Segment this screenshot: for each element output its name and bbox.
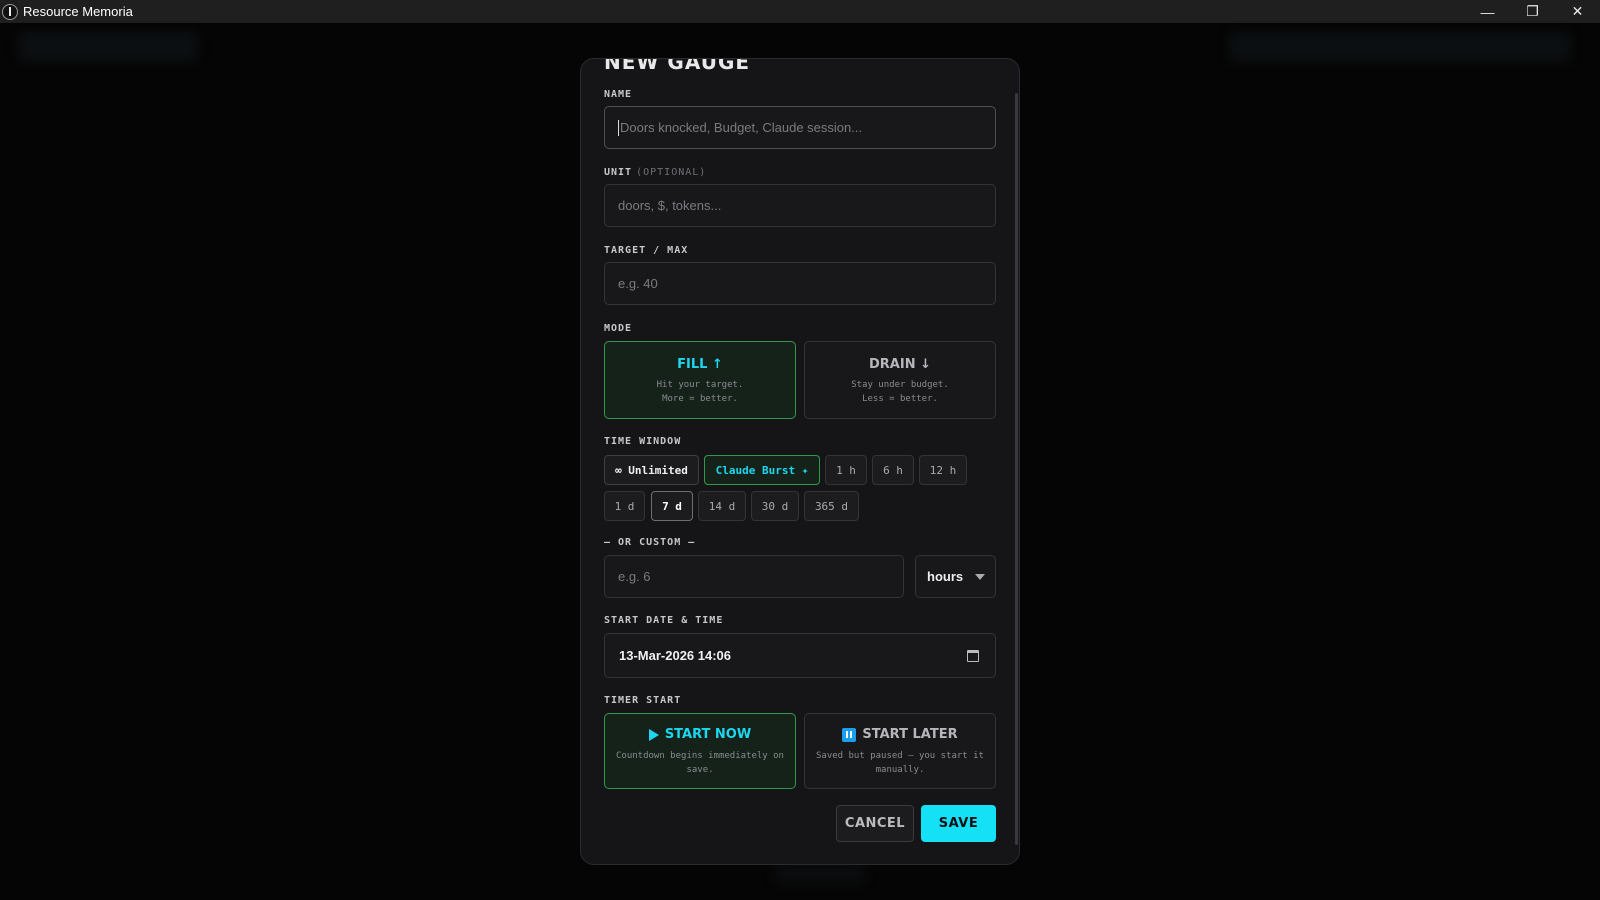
dialog-scrollbar[interactable] bbox=[1015, 93, 1018, 845]
chip-7d[interactable]: 7 d bbox=[651, 491, 693, 521]
custom-unit-select[interactable]: hours bbox=[915, 555, 996, 598]
name-placeholder: Doors knocked, Budget, Claude session... bbox=[620, 120, 863, 135]
timer-start-label: TIMER START bbox=[604, 695, 682, 706]
custom-label: — OR CUSTOM — bbox=[604, 537, 696, 548]
calendar-icon[interactable] bbox=[967, 650, 979, 662]
custom-duration-placeholder: e.g. 6 bbox=[618, 569, 651, 584]
custom-duration-input[interactable]: e.g. 6 bbox=[604, 555, 904, 598]
chip-unlimited[interactable]: ∞ Unlimited bbox=[604, 455, 699, 485]
target-placeholder: e.g. 40 bbox=[618, 276, 658, 291]
save-button[interactable]: SAVE bbox=[921, 805, 996, 842]
chip-12h[interactable]: 12 h bbox=[919, 455, 967, 485]
background-footer-blur bbox=[775, 863, 865, 885]
name-label: NAME bbox=[604, 89, 633, 100]
start-now-heading: START NOW bbox=[605, 727, 795, 742]
chip-1d[interactable]: 1 d bbox=[604, 491, 645, 521]
unit-placeholder: doors, $, tokens... bbox=[618, 198, 722, 213]
unit-optional-hint: (OPTIONAL) bbox=[636, 167, 707, 178]
unit-label-text: UNIT bbox=[604, 167, 633, 178]
pause-icon bbox=[842, 727, 857, 742]
mode-drain-desc-line1: Stay under budget. bbox=[851, 380, 949, 390]
mode-fill-title: FILL ↑ bbox=[677, 357, 723, 372]
start-later-heading: START LATER bbox=[805, 727, 995, 742]
mode-fill-option[interactable]: FILL ↑ Hit your target. More = better. bbox=[604, 341, 796, 419]
start-datetime-input[interactable]: 13-Mar-2026 14:06 bbox=[604, 633, 996, 678]
mode-drain-desc: Stay under budget. Less = better. bbox=[805, 378, 995, 406]
custom-unit-value: hours bbox=[927, 569, 964, 584]
chevron-down-icon bbox=[975, 574, 985, 580]
chip-claude-burst[interactable]: Claude Burst ✦ bbox=[704, 455, 820, 485]
time-window-label: TIME WINDOW bbox=[604, 436, 682, 447]
play-icon bbox=[648, 728, 659, 741]
start-later-option[interactable]: START LATER Saved but paused — you start… bbox=[804, 713, 996, 789]
chip-1h[interactable]: 1 h bbox=[825, 455, 867, 485]
minimize-icon[interactable]: — bbox=[1465, 0, 1510, 23]
chip-30d[interactable]: 30 d bbox=[751, 491, 799, 521]
background-toolbar-blur bbox=[1230, 32, 1570, 62]
mode-drain-title: DRAIN ↓ bbox=[869, 357, 931, 372]
mode-fill-desc-line2: More = better. bbox=[662, 394, 738, 404]
start-now-title: START NOW bbox=[664, 727, 752, 742]
target-input[interactable]: e.g. 40 bbox=[604, 262, 996, 305]
mode-fill-desc-line1: Hit your target. bbox=[656, 380, 744, 390]
cancel-button[interactable]: CANCEL bbox=[836, 805, 914, 842]
unit-input[interactable]: doors, $, tokens... bbox=[604, 184, 996, 227]
start-later-title: START LATER bbox=[862, 727, 958, 742]
app-logo-icon bbox=[2, 3, 18, 20]
name-input[interactable]: Doors knocked, Budget, Claude session... bbox=[604, 106, 996, 149]
start-datetime-label: START DATE & TIME bbox=[604, 615, 724, 626]
mode-label: MODE bbox=[604, 323, 633, 334]
text-caret bbox=[618, 119, 619, 136]
dialog-title: NEW GAUGE bbox=[604, 58, 751, 74]
chip-14d[interactable]: 14 d bbox=[698, 491, 746, 521]
start-now-desc: Countdown begins immediately on save. bbox=[616, 751, 784, 775]
chip-365d[interactable]: 365 d bbox=[804, 491, 859, 521]
window-titlebar: Resource Memoria — ❐ ✕ bbox=[0, 0, 1600, 23]
chip-6h[interactable]: 6 h bbox=[872, 455, 914, 485]
unit-label: UNIT (OPTIONAL) bbox=[604, 167, 706, 178]
mode-drain-desc-line2: Less = better. bbox=[862, 394, 938, 404]
new-gauge-dialog: NEW GAUGE NAME Doors knocked, Budget, Cl… bbox=[580, 58, 1020, 865]
maximize-icon[interactable]: ❐ bbox=[1510, 0, 1555, 23]
mode-drain-option[interactable]: DRAIN ↓ Stay under budget. Less = better… bbox=[804, 341, 996, 419]
window-title: Resource Memoria bbox=[23, 4, 133, 19]
close-icon[interactable]: ✕ bbox=[1555, 0, 1600, 23]
mode-fill-desc: Hit your target. More = better. bbox=[605, 378, 795, 406]
background-header-blur bbox=[18, 32, 198, 62]
start-later-desc: Saved but paused — you start it manually… bbox=[816, 751, 984, 775]
start-now-option[interactable]: START NOW Countdown begins immediately o… bbox=[604, 713, 796, 789]
target-label: TARGET / MAX bbox=[604, 245, 689, 256]
start-datetime-value: 13-Mar-2026 14:06 bbox=[619, 648, 732, 663]
window-controls: — ❐ ✕ bbox=[1465, 0, 1600, 23]
